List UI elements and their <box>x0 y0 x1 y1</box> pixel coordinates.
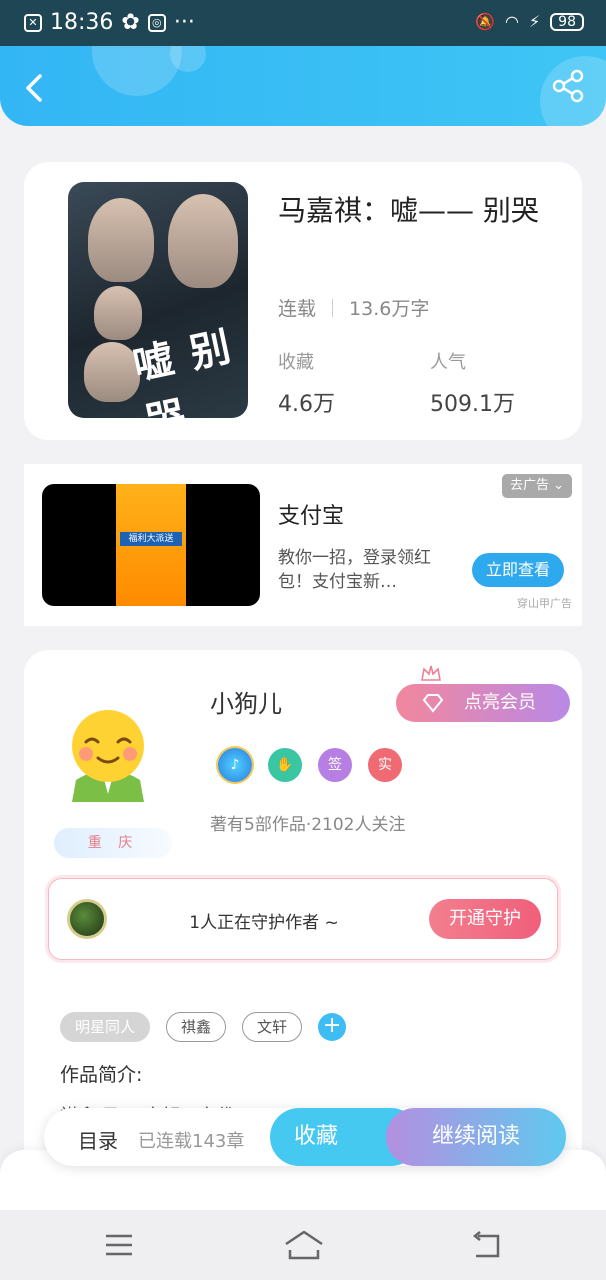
mute-icon: 🔕 <box>475 12 495 31</box>
home-icon[interactable] <box>284 1228 324 1262</box>
remove-ad-button[interactable]: 去广告 ⌄ <box>501 474 572 498</box>
verified-badge-icon[interactable]: 实 <box>368 748 402 782</box>
ad-banner[interactable]: 福利大派送 去广告 ⌄ 支付宝 教你一招，登录领红包！支付宝新… 立即查看 穿山… <box>24 464 582 626</box>
status-time: 18:36 <box>50 10 114 35</box>
cover-figure <box>168 194 238 288</box>
diamond-icon <box>422 694 444 713</box>
popularity-stat: 人气 509.1万 <box>430 348 515 418</box>
share-icon[interactable] <box>550 68 586 104</box>
add-tag-button[interactable]: + <box>318 1013 347 1041</box>
author-stats: 著有5部作品·2102人关注 <box>210 815 406 835</box>
continue-reading-button[interactable]: 继续阅读 <box>386 1108 566 1166</box>
location-badge: 重 庆 <box>54 828 172 858</box>
ad-description: 教你一招，登录领红包！支付宝新… <box>278 548 431 592</box>
popularity-label: 人气 <box>430 352 466 373</box>
favorites-stat: 收藏 4.6万 <box>278 348 335 418</box>
header-bar <box>0 46 606 126</box>
tag-item[interactable]: 明星同人 <box>60 1012 151 1042</box>
vip-button[interactable]: 点亮会员 <box>396 684 570 722</box>
cover-title: 嘘 别哭 <box>129 323 237 418</box>
guard-button[interactable]: 开通守护 <box>429 899 541 939</box>
ad-source: 穿山甲广告 <box>517 597 572 610</box>
ad-cta-button[interactable]: 立即查看 <box>472 553 564 587</box>
remove-ad-label: 去广告 <box>509 478 549 493</box>
back-icon[interactable] <box>16 68 56 108</box>
book-status: 连载 <box>278 298 317 320</box>
guard-text: 1人正在守护作者 ~ <box>189 913 339 933</box>
intro-label: 作品简介: <box>60 1064 143 1086</box>
poster-text: 福利大派送 <box>120 532 182 546</box>
menu-icon[interactable] <box>102 1228 136 1262</box>
tag-item[interactable]: 祺鑫 <box>166 1012 227 1042</box>
handshake-badge-icon[interactable]: ✋ <box>268 748 302 782</box>
divider <box>332 298 334 317</box>
favorites-label: 收藏 <box>278 352 314 373</box>
ad-media[interactable]: 福利大派送 <box>42 484 260 606</box>
back-nav-icon[interactable] <box>470 1228 504 1262</box>
tag-list: 明星同人 祺鑫 文轩 + <box>60 1012 347 1042</box>
music-badge-icon[interactable]: ♪ <box>218 748 252 782</box>
wifi-icon: ◠ <box>504 12 519 31</box>
guard-panel: 1人正在守护作者 ~ 开通守护 <box>48 878 558 960</box>
chapter-count: 已连载143章 <box>138 1131 245 1152</box>
notification-icon: ✕ <box>24 13 42 32</box>
decor-bubble <box>92 46 182 96</box>
status-right: 🔕 ◠ ⚡ 98 <box>475 12 584 31</box>
favorites-value: 4.6万 <box>278 392 335 417</box>
charging-icon: ⚡ <box>528 12 541 31</box>
author-name: 小狗儿 <box>210 690 282 718</box>
toc-button[interactable]: 目录 <box>78 1125 118 1154</box>
system-nav-bar <box>0 1210 606 1280</box>
word-count: 13.6万字 <box>349 298 430 320</box>
sign-badge-icon[interactable]: 签 <box>318 748 352 782</box>
book-info-card: 嘘 别哭 马嘉祺：嘘—— 别哭 连载 13.6万字 收藏 4.6万 人气 509… <box>24 162 582 440</box>
book-meta: 连载 13.6万字 <box>278 294 429 321</box>
author-badges: ♪ ✋ 签 实 <box>218 748 402 782</box>
popularity-value: 509.1万 <box>430 392 515 417</box>
book-title: 马嘉祺：嘘—— 别哭 <box>278 194 539 227</box>
author-avatar[interactable] <box>58 702 158 802</box>
action-bar: 目录 已连载143章 收藏 继续阅读 <box>44 1108 566 1166</box>
ad-poster: 福利大派送 <box>116 484 186 606</box>
vip-label: 点亮会员 <box>464 692 536 713</box>
cover-figure <box>88 198 154 282</box>
tag-item[interactable]: 文轩 <box>242 1012 303 1042</box>
flower-icon: ✿ <box>121 10 140 35</box>
more-dots: ··· <box>173 10 195 35</box>
battery-icon: 98 <box>550 12 584 31</box>
app-icon: ◎ <box>147 13 166 32</box>
ad-title: 支付宝 <box>278 504 345 529</box>
crown-icon <box>421 665 441 681</box>
status-bar: ✕ 18:36 ✿ ◎ ··· 🔕 ◠ ⚡ 98 <box>0 0 606 46</box>
status-left: ✕ 18:36 ✿ ◎ ··· <box>24 10 195 35</box>
chevron-down-icon: ⌄ <box>553 478 564 493</box>
book-cover[interactable]: 嘘 别哭 <box>68 182 248 418</box>
